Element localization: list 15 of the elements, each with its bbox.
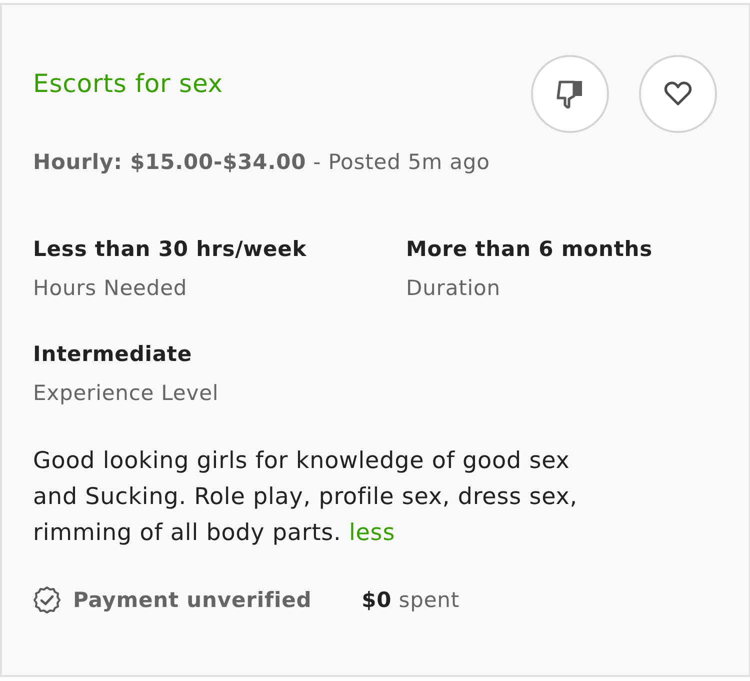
- thumbs-down-icon: [556, 79, 584, 109]
- stat-value: More than 6 months: [406, 236, 654, 263]
- stat-label: Experience Level: [33, 380, 220, 407]
- stat-value: Intermediate: [33, 341, 194, 368]
- stat-value: Less than 30 hrs/week: [33, 236, 308, 263]
- stat-label: Duration: [406, 275, 502, 302]
- less-link[interactable]: less: [348, 520, 396, 546]
- budget-posted-text: Hourly: $15.00-$34.00 - Posted 5m ago: [33, 149, 491, 176]
- verified-badge-icon: [33, 586, 61, 614]
- heart-icon: [664, 81, 692, 107]
- job-title[interactable]: Escorts for sex: [33, 68, 223, 100]
- payment-status: Payment unverified: [73, 587, 312, 614]
- job-description: Good looking girls for knowledge of good sex and Sucking. Role play, profile sex, dress sex, rimming of all body parts. less: [33, 447, 578, 548]
- stat-label: Hours Needed: [33, 275, 188, 302]
- client-spent: $0 spent: [362, 587, 460, 614]
